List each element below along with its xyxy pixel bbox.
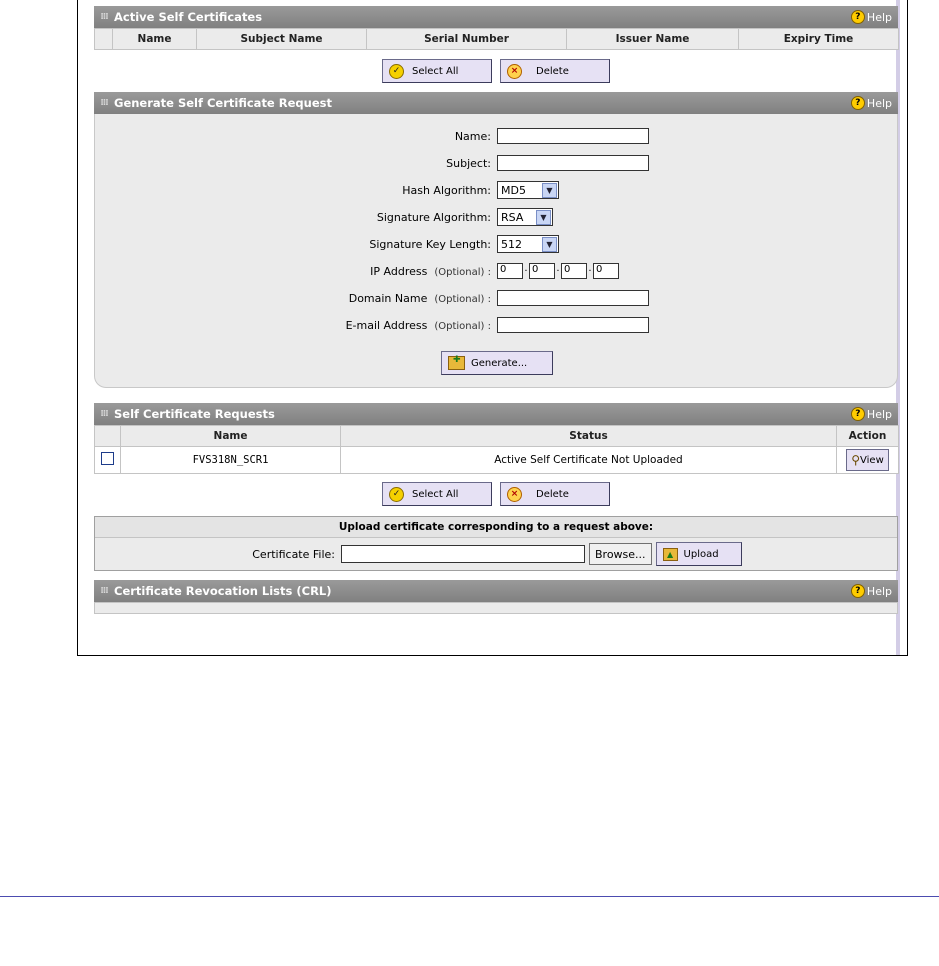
upload-button[interactable]: ▲ Upload — [655, 542, 742, 566]
help-link[interactable]: ? Help — [850, 10, 892, 24]
column-header: Subject Name — [196, 28, 367, 50]
section-title: Generate Self Certificate Request — [114, 96, 332, 110]
browse-button[interactable]: Browse... — [589, 543, 652, 565]
upload-section: Upload certificate corresponding to a re… — [94, 516, 898, 571]
help-icon: ? — [850, 10, 865, 24]
section-title: Self Certificate Requests — [114, 407, 275, 421]
view-button[interactable]: ⚲ View — [846, 449, 889, 471]
crl-table — [94, 602, 898, 614]
email-input[interactable] — [497, 317, 649, 333]
column-header: Issuer Name — [566, 28, 739, 50]
signature-select[interactable]: RSA ▼ — [497, 208, 553, 226]
crl-header: ⁞⁞⁞ Certificate Revocation Lists (CRL) ?… — [94, 580, 898, 602]
select-all-button[interactable]: ✓ Select All — [382, 482, 492, 506]
sig-label: Signature Algorithm: — [376, 210, 491, 224]
keylen-label: Signature Key Length: — [369, 237, 491, 251]
hash-label: Hash Algorithm: — [402, 183, 491, 197]
magnifier-icon: ⚲ — [851, 453, 861, 467]
help-icon: ? — [850, 96, 865, 110]
delete-button[interactable]: × Delete — [500, 59, 610, 83]
request-name: FVS318N_SCR1 — [120, 446, 341, 474]
select-all-button[interactable]: ✓ Select All — [382, 59, 492, 83]
ip-octet-1[interactable]: 0 — [497, 263, 523, 279]
grip-icon: ⁞⁞⁞ — [100, 12, 108, 22]
select-column — [94, 425, 121, 447]
section-title: Active Self Certificates — [114, 10, 263, 24]
subject-input[interactable] — [497, 155, 649, 171]
column-header: Name — [112, 28, 197, 50]
active-certs-actions: ✓ Select All × Delete — [94, 50, 898, 92]
select-column — [94, 28, 113, 50]
generate-form: Name: Subject: Hash Algorithm: MD5 ▼ Sig… — [94, 114, 898, 388]
column-header: Action — [836, 425, 899, 447]
active-certs-header: ⁞⁞⁞ Active Self Certificates ? Help — [94, 6, 898, 28]
help-link[interactable]: ? Help — [850, 584, 892, 598]
ip-octet-3[interactable]: 0 — [561, 263, 587, 279]
upload-title: Upload certificate corresponding to a re… — [95, 517, 897, 538]
file-label: Certificate File: — [252, 547, 335, 561]
chevron-down-icon: ▼ — [536, 209, 551, 225]
domain-label: Domain Name (Optional) : — [348, 291, 491, 305]
column-header: Name — [120, 425, 341, 447]
name-input[interactable] — [497, 128, 649, 144]
column-header: Expiry Time — [738, 28, 899, 50]
requests-header: ⁞⁞⁞ Self Certificate Requests ? Help — [94, 403, 898, 425]
chevron-down-icon: ▼ — [542, 182, 557, 198]
requests-table: Name Status Action FVS318N_SCR1 Active S… — [94, 425, 899, 474]
ip-label: IP Address (Optional) : — [370, 264, 491, 278]
generate-header: ⁞⁞⁞ Generate Self Certificate Request ? … — [94, 92, 898, 114]
name-label: Name: — [454, 129, 491, 143]
help-icon: ? — [850, 584, 865, 598]
help-link[interactable]: ? Help — [850, 96, 892, 110]
grip-icon: ⁞⁞⁞ — [100, 98, 108, 108]
keylen-select[interactable]: 512 ▼ — [497, 235, 559, 253]
section-title: Certificate Revocation Lists (CRL) — [114, 584, 332, 598]
upload-icon: ▲ — [662, 547, 678, 561]
certificates-panel: ⁞⁞⁞ Active Self Certificates ? Help Name… — [77, 0, 908, 656]
certificate-file-input[interactable] — [341, 545, 585, 563]
folder-icon: ✚ — [448, 355, 465, 370]
check-icon: ✓ — [389, 63, 404, 79]
request-status: Active Self Certificate Not Uploaded — [340, 446, 837, 474]
help-icon: ? — [850, 407, 865, 421]
ip-octet-2[interactable]: 0 — [529, 263, 555, 279]
email-label: E-mail Address (Optional) : — [345, 318, 491, 332]
subject-label: Subject: — [446, 156, 491, 170]
table-row: FVS318N_SCR1 Active Self Certificate Not… — [94, 446, 899, 474]
help-link[interactable]: ? Help — [850, 407, 892, 421]
column-header: Status — [340, 425, 837, 447]
delete-icon: × — [507, 486, 522, 502]
column-header: Serial Number — [366, 28, 567, 50]
row-checkbox[interactable] — [101, 452, 114, 465]
chevron-down-icon: ▼ — [542, 236, 557, 252]
grip-icon: ⁞⁞⁞ — [100, 586, 108, 596]
hash-select[interactable]: MD5 ▼ — [497, 181, 559, 199]
generate-button[interactable]: ✚ Generate... — [441, 351, 553, 375]
grip-icon: ⁞⁞⁞ — [100, 409, 108, 419]
page-divider — [0, 896, 939, 897]
requests-actions: ✓ Select All × Delete — [94, 474, 898, 514]
check-icon: ✓ — [389, 486, 404, 502]
ip-octet-4[interactable]: 0 — [593, 263, 619, 279]
delete-icon: × — [507, 63, 522, 79]
delete-button[interactable]: × Delete — [500, 482, 610, 506]
domain-input[interactable] — [497, 290, 649, 306]
active-certs-table: Name Subject Name Serial Number Issuer N… — [94, 28, 899, 50]
